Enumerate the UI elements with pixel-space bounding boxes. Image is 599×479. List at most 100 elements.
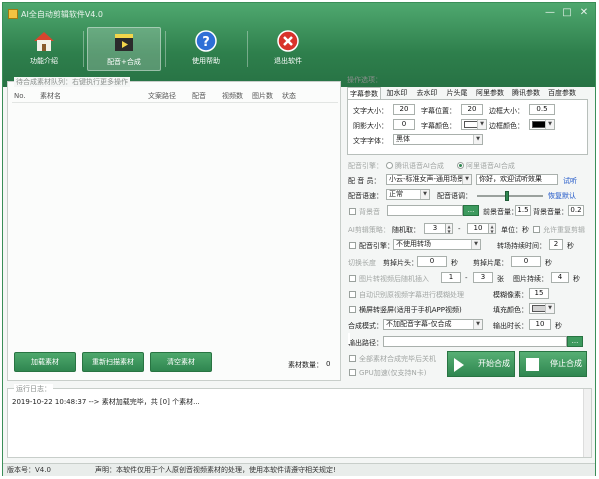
options-title: 操作选项： <box>347 76 382 84</box>
transition-time-unit: 秒 <box>567 242 574 250</box>
intonation-slider[interactable] <box>477 191 543 201</box>
tab-remove-watermark[interactable]: 去水印 <box>413 87 441 99</box>
subtitle-color-picker[interactable]: ▼ <box>461 119 487 130</box>
play-icon <box>454 358 464 372</box>
compose-mode-label: 合成模式： <box>348 322 383 330</box>
bgm-checkbox[interactable] <box>349 208 356 215</box>
transition-time-input[interactable]: 2 <box>549 239 563 250</box>
font-size-input[interactable]: 20 <box>393 104 415 115</box>
image-max-input[interactable]: 3 <box>473 272 493 283</box>
trim-tail-unit: 秒 <box>545 259 552 267</box>
rescan-materials-button[interactable]: 重新扫描素材 <box>82 352 144 372</box>
fill-color-picker[interactable]: ▼ <box>529 303 555 314</box>
compose-mode-select[interactable]: 不加配音字幕-仅合成 ▼ <box>383 319 483 330</box>
tab-add-watermark[interactable]: 加水印 <box>383 87 411 99</box>
output-path-input[interactable] <box>383 336 567 347</box>
maximize-button[interactable]: □ <box>560 7 574 19</box>
trim-tail-input[interactable]: 0 <box>511 256 541 267</box>
subtitle-color-label: 字幕颜色： <box>421 122 456 130</box>
front-volume-input[interactable]: 1.5 <box>515 205 531 216</box>
nav-help-label: 使用帮助 <box>192 57 220 65</box>
image-insert-label: 图片转视频后随机插入 <box>359 275 429 283</box>
bgm-volume-input[interactable]: 0.2 <box>568 205 584 216</box>
speaker-label: 配 音 员： <box>348 177 381 185</box>
transition-engine-label: 配音引擎： <box>359 242 394 250</box>
nav-dub-compose[interactable]: 配音+合成 <box>87 27 161 71</box>
tab-intro-outro[interactable]: 片头尾 <box>443 87 471 99</box>
col-script-path: 文案路径 <box>146 90 190 103</box>
nav-help[interactable]: ? 使用帮助 <box>169 27 243 71</box>
unit-value: 秒 <box>522 226 529 234</box>
image-min-input[interactable]: 1 <box>441 272 461 283</box>
shutdown-label: 全部素材合成完毕后关机 <box>359 355 436 363</box>
trim-head-label: 剪掉片头： <box>383 259 418 267</box>
font-size-label: 文字大小： <box>353 107 388 115</box>
stop-compose-button[interactable]: 停止合成 <box>519 351 587 377</box>
nav-dub-compose-label: 配音+合成 <box>107 58 141 66</box>
subtitle-position-input[interactable]: 20 <box>461 104 483 115</box>
engine-tencent-radio[interactable] <box>386 162 393 169</box>
chevron-down-icon: ▼ <box>462 175 471 184</box>
nav-intro[interactable]: 功能介绍 <box>7 27 81 71</box>
border-size-input[interactable]: 0.5 <box>529 104 555 115</box>
start-compose-button[interactable]: 开始合成 <box>447 351 515 377</box>
allow-repeat-checkbox[interactable] <box>533 226 540 233</box>
blur-pixels-input[interactable]: 15 <box>529 288 549 299</box>
random-max-stepper[interactable]: ▲ ▼ <box>489 223 496 234</box>
speaker-select[interactable]: 小云-标准女声-通用场景 ▼ <box>386 174 472 185</box>
output-duration-input[interactable]: 10 <box>529 319 551 330</box>
random-min-input[interactable]: 3 <box>424 223 446 234</box>
run-log-group: 运行日志： 2019-10-22 10:48:37 --> 素材加载完毕，共 [… <box>7 384 592 458</box>
output-path-spacer <box>348 333 350 344</box>
front-volume-label: 前景音量： <box>483 208 518 216</box>
output-browse-button[interactable]: ... <box>567 336 583 347</box>
log-scrollbar[interactable] <box>583 389 591 457</box>
gpu-checkbox[interactable] <box>349 369 356 376</box>
nav-exit[interactable]: 退出软件 <box>251 27 325 71</box>
bgm-browse-button[interactable]: ... <box>463 205 479 216</box>
title-bar: AI全自动剪辑软件V4.0 — □ ✕ 功能介绍 配音+合成 ? 使用帮助 退出… <box>3 3 595 87</box>
shadow-size-input[interactable]: 0 <box>393 119 415 130</box>
material-queue-table[interactable]: No. 素材名 文案路径 配音 视频数 图片数 状态 <box>12 90 338 103</box>
blur-subtitle-checkbox[interactable] <box>349 291 356 298</box>
transition-value: 不使用转场 <box>396 240 431 248</box>
engine-ali-radio[interactable] <box>457 162 464 169</box>
nav-exit-label: 退出软件 <box>274 57 302 65</box>
blur-pixels-label: 模糊像素： <box>493 291 528 299</box>
allow-repeat-label: 允许重复剪辑 <box>543 226 585 234</box>
image-insert-checkbox[interactable] <box>349 275 356 282</box>
image-duration-input[interactable]: 4 <box>551 272 569 283</box>
shutdown-checkbox[interactable] <box>349 355 356 362</box>
tab-tencent-params[interactable]: 腾讯参数 <box>509 87 543 99</box>
trim-tail-label: 剪掉片尾： <box>473 259 508 267</box>
random-max-input[interactable]: 10 <box>467 223 489 234</box>
nav-divider <box>247 31 248 67</box>
speech-speed-select[interactable]: 正常 ▼ <box>386 189 430 200</box>
tab-subtitle-params[interactable]: 字幕参数 <box>347 87 381 99</box>
border-color-picker[interactable]: ▼ <box>529 119 555 130</box>
tab-baidu-params[interactable]: 百度参数 <box>545 87 579 99</box>
preview-link[interactable]: 试听 <box>563 176 577 186</box>
minimize-button[interactable]: — <box>543 7 557 19</box>
load-materials-button[interactable]: 加载素材 <box>14 352 76 372</box>
font-family-select[interactable]: 黑体 ▼ <box>393 134 483 145</box>
engine-ali-label: 阿里语音AI合成 <box>466 162 515 170</box>
tab-ali-params[interactable]: 阿里参数 <box>473 87 507 99</box>
bgm-path-input[interactable] <box>387 205 463 216</box>
random-take-label: 随机取： <box>392 226 420 234</box>
intonation-slider-thumb[interactable] <box>505 191 509 201</box>
disclaimer-text: 声明：本软件仅用于个人原创音视频素材的处理，使用本软件请遵守相关规定! <box>95 466 336 474</box>
transition-checkbox[interactable] <box>349 242 356 249</box>
col-image-count: 图片数 <box>250 90 280 103</box>
restore-default-link[interactable]: 恢复默认 <box>548 191 576 201</box>
exit-icon <box>277 30 299 52</box>
material-count-label: 素材数量： <box>288 361 323 369</box>
trim-head-input[interactable]: 0 <box>417 256 447 267</box>
voice-engine-label: 配音引擎： <box>348 162 383 170</box>
close-button[interactable]: ✕ <box>577 7 591 19</box>
transition-select[interactable]: 不使用转场 ▼ <box>393 239 481 250</box>
landscape-to-portrait-checkbox[interactable] <box>349 306 356 313</box>
sample-text-input[interactable]: 你好，欢迎试听效果 <box>476 174 558 185</box>
clear-materials-button[interactable]: 清空素材 <box>150 352 212 372</box>
random-min-stepper[interactable]: ▲ ▼ <box>446 223 453 234</box>
